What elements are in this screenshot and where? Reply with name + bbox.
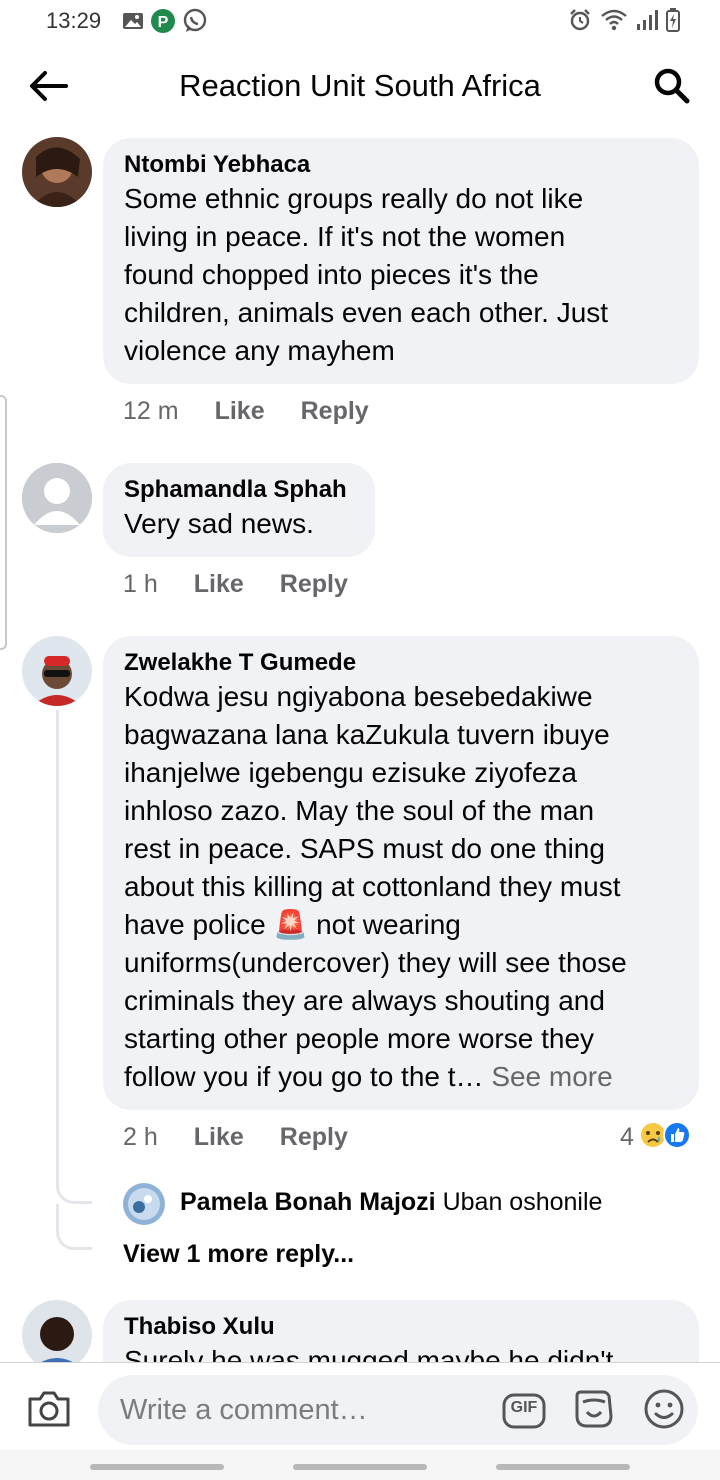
- comment-actions: 1 h Like Reply: [123, 570, 348, 599]
- reaction-summary[interactable]: 4: [620, 1120, 692, 1155]
- nav-back[interactable]: [496, 1464, 630, 1470]
- gif-label: GIF: [510, 1399, 538, 1416]
- comment-text-line: starting other people more worse they: [124, 1023, 595, 1054]
- comment-time[interactable]: 1 h: [123, 570, 158, 599]
- comment-bubble[interactable]: Sphamandla Sphah Very sad news.: [103, 463, 375, 557]
- avatar[interactable]: [22, 137, 92, 207]
- comment-composer: GIF: [0, 1362, 720, 1450]
- comment-author[interactable]: Ntombi Yebhaca: [124, 150, 677, 180]
- reply-button[interactable]: Reply: [280, 1123, 348, 1152]
- like-button[interactable]: Like: [194, 570, 244, 599]
- comment-actions: 12 m Like Reply: [123, 397, 369, 426]
- comment-text-line: Some ethnic groups really do not like: [124, 183, 584, 214]
- sticker-icon: [573, 1388, 615, 1435]
- reply-button[interactable]: Reply: [280, 570, 348, 599]
- reply-connector: [56, 1226, 92, 1250]
- comment-text-last-line: follow you if you go to the t… See more: [124, 1058, 677, 1096]
- app-header: Reaction Unit South Africa: [0, 44, 720, 134]
- avatar[interactable]: [22, 463, 92, 533]
- search-icon: [653, 67, 691, 110]
- comment-bubble[interactable]: Zwelakhe T Gumede Kodwa jesu ngiyabona b…: [103, 636, 699, 1110]
- signal-icon: [636, 9, 658, 36]
- camera-icon: [26, 1391, 72, 1433]
- comment-text-line: inhloso zazo. May the soul of the man: [124, 795, 595, 826]
- comment-text-line: found chopped into pieces it's the: [124, 259, 539, 290]
- comment-text-line: children, animals even each other. Just: [124, 297, 609, 328]
- svg-text:P: P: [158, 14, 169, 31]
- comment-text-line: Very sad news.: [124, 508, 314, 539]
- wifi-icon: [600, 8, 628, 37]
- comment-text-truncated: follow you if you go to the t…: [124, 1061, 484, 1092]
- comment-author[interactable]: Zwelakhe T Gumede: [124, 648, 677, 678]
- gallery-icon: [122, 11, 144, 36]
- comment-text-line: living in peace. If it's not the women: [124, 221, 566, 252]
- status-bar: 13:29 P: [0, 0, 720, 44]
- gif-button[interactable]: GIF: [502, 1389, 546, 1433]
- reply-button[interactable]: Reply: [301, 397, 369, 426]
- emoji-button[interactable]: [642, 1389, 686, 1433]
- nav-home[interactable]: [293, 1464, 427, 1470]
- see-more-link[interactable]: See more: [491, 1061, 612, 1092]
- comment-author[interactable]: Thabiso Xulu: [124, 1312, 677, 1342]
- alarm-icon: [568, 8, 592, 37]
- whatsapp-icon: [182, 8, 208, 39]
- comment-text-line: about this killing at cottonland they mu…: [124, 871, 621, 902]
- comment-text-line: ihanjelwe igebengu ezisuke ziyofeza: [124, 757, 577, 788]
- comment-text-line: bagwazana lana kaZukula tuvern ibuye: [124, 719, 610, 750]
- camera-button[interactable]: [26, 1389, 72, 1433]
- comment-time[interactable]: 12 m: [123, 397, 179, 426]
- comment-author[interactable]: Sphamandla Sphah: [124, 475, 353, 505]
- battery-charging-icon: [666, 8, 680, 37]
- avatar[interactable]: [22, 1300, 92, 1370]
- like-button[interactable]: Like: [215, 397, 265, 426]
- search-button[interactable]: [648, 66, 696, 110]
- comment-text-line: rest in peace. SAPS must do one thing: [124, 833, 605, 864]
- thread-line: [56, 710, 59, 1180]
- parking-app-icon: P: [150, 8, 176, 39]
- like-reaction-icon: [662, 1120, 692, 1155]
- system-icons: [568, 8, 680, 37]
- view-more-replies-link[interactable]: View 1 more reply...: [123, 1240, 354, 1269]
- status-time: 13:29: [46, 8, 102, 33]
- avatar[interactable]: [22, 636, 92, 706]
- reply-preview[interactable]: Pamela Bonah Majozi Uban oshonile: [180, 1188, 602, 1217]
- comment-bubble[interactable]: Ntombi Yebhaca Some ethnic groups really…: [103, 138, 699, 384]
- sticker-button[interactable]: [572, 1389, 616, 1433]
- comment-text-line: violence any mayhem: [124, 335, 395, 366]
- like-button[interactable]: Like: [194, 1123, 244, 1152]
- comment-time[interactable]: 2 h: [123, 1123, 158, 1152]
- reply-connector: [56, 1180, 92, 1204]
- emoji-icon: [643, 1388, 685, 1435]
- scroll-edge-handle[interactable]: [0, 395, 7, 650]
- comment-text-line: uniforms(undercover) they will see those: [124, 947, 627, 978]
- avatar[interactable]: [123, 1183, 165, 1225]
- page-title: Reaction Unit South Africa: [179, 68, 541, 103]
- comment-text-line: criminals they are always shouting and: [124, 985, 605, 1016]
- notification-icons: P: [122, 8, 208, 39]
- system-nav-bar: [0, 1450, 720, 1480]
- comment-text-line: Kodwa jesu ngiyabona besebedakiwe: [124, 681, 593, 712]
- reply-text: Uban oshonile: [442, 1188, 603, 1216]
- comment-text-line: have police 🚨 not wearing: [124, 909, 461, 940]
- reaction-count: 4: [620, 1123, 634, 1151]
- reply-author[interactable]: Pamela Bonah Majozi: [180, 1188, 436, 1216]
- comment-actions: 2 h Like Reply: [123, 1123, 348, 1152]
- nav-recent-apps[interactable]: [90, 1464, 224, 1470]
